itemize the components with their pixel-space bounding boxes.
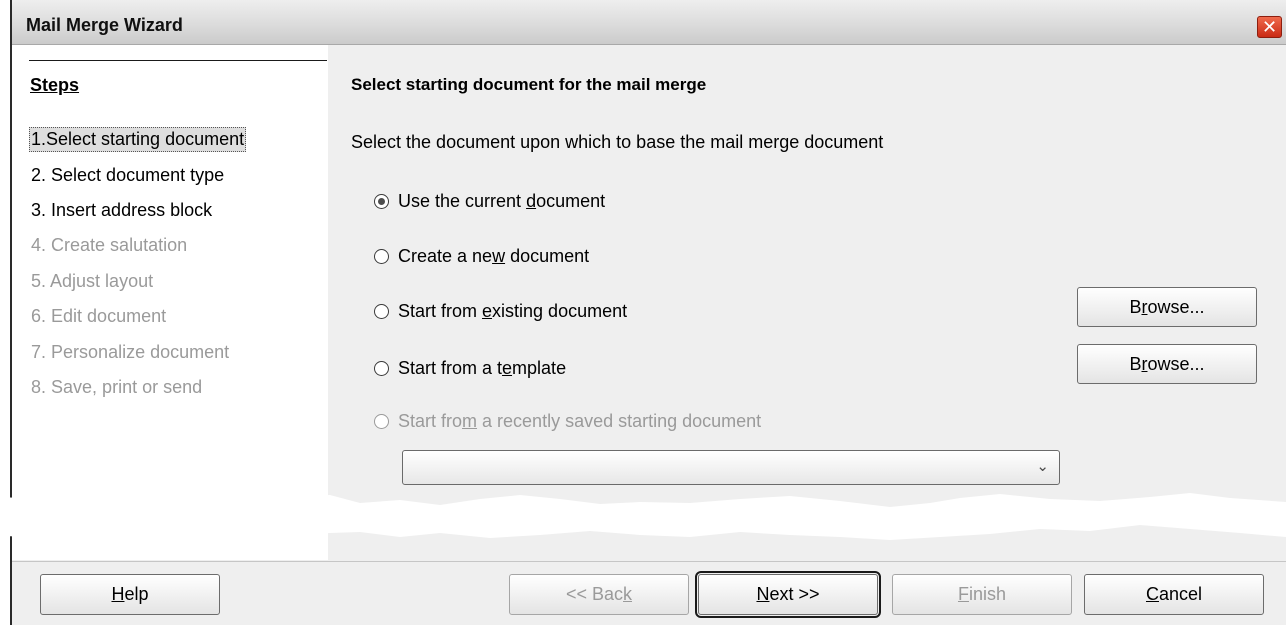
- radio-button-disabled: [374, 414, 389, 429]
- page-description: Select the document upon which to base t…: [351, 132, 884, 152]
- finish-button: Finish: [892, 574, 1072, 615]
- cancel-button[interactable]: Cancel: [1084, 574, 1264, 615]
- page-title: Select starting document for the mail me…: [351, 75, 707, 94]
- steps-pane: Steps 1.Select starting document 2. Sele…: [12, 45, 328, 560]
- option-label: Start from existing document: [398, 301, 628, 321]
- step-label: Personalize document: [51, 342, 230, 362]
- option-create-new-document[interactable]: Create a new document: [374, 246, 589, 267]
- recent-documents-dropdown[interactable]: ⌄: [402, 450, 1060, 485]
- radio-button-selected[interactable]: [374, 194, 389, 209]
- option-label: Start from a template: [398, 358, 567, 378]
- window-title: Mail Merge Wizard: [26, 15, 183, 35]
- browse-template-button[interactable]: Br owse...: [1077, 344, 1257, 384]
- radio-button[interactable]: [374, 304, 389, 319]
- step-save-print-send: 8. Save, print or send: [29, 375, 204, 400]
- content-pane: Select starting document for the mail me…: [329, 45, 1286, 560]
- step-select-starting-document[interactable]: 1.Select starting document: [29, 127, 247, 152]
- step-label: Select document type: [51, 165, 225, 185]
- option-start-from-template[interactable]: Start from a template: [374, 358, 566, 379]
- radio-button[interactable]: [374, 361, 389, 376]
- step-label: Insert address block: [51, 200, 213, 220]
- browse-existing-button[interactable]: Br owse...: [1077, 287, 1257, 327]
- title-bar[interactable]: Mail Merge Wizard ✕: [12, 0, 1286, 45]
- back-button: << Bac k: [509, 574, 689, 615]
- close-icon: ✕: [1261, 17, 1278, 37]
- step-create-salutation: 4. Create salutation: [29, 233, 189, 258]
- option-recently-saved-document: Start from a recently saved starting doc…: [374, 411, 761, 432]
- step-edit-document: 6. Edit document: [29, 304, 168, 329]
- step-adjust-layout: 5. Adjust layout: [29, 269, 155, 294]
- step-label: Create salutation: [51, 235, 188, 255]
- close-button[interactable]: ✕: [1257, 16, 1282, 38]
- step-number: 8.: [31, 377, 47, 397]
- help-button[interactable]: Help: [40, 574, 220, 615]
- step-number: 4.: [31, 235, 47, 255]
- step-number: 7.: [31, 342, 47, 362]
- option-use-current-document[interactable]: Use the current document: [374, 191, 605, 212]
- step-number: 2.: [31, 165, 47, 185]
- chevron-down-icon: ⌄: [1036, 458, 1049, 475]
- step-insert-address-block[interactable]: 3. Insert address block: [29, 198, 214, 223]
- step-number: 3.: [31, 200, 47, 220]
- steps-header: Steps: [30, 75, 80, 95]
- option-label: Create a new document: [398, 246, 590, 266]
- step-number: 5.: [31, 271, 47, 291]
- radio-button[interactable]: [374, 249, 389, 264]
- step-label: Select starting document: [46, 129, 245, 149]
- step-label: Adjust layout: [50, 271, 154, 291]
- button-bar: Help << Bac k Next >> Finish Cancel: [12, 562, 1286, 625]
- mail-merge-wizard-window: Mail Merge Wizard ✕ Steps 1.Select start…: [0, 0, 1286, 625]
- torn-edge-decoration: [0, 493, 1286, 540]
- step-label: Edit document: [51, 306, 167, 326]
- steps-header-divider: [29, 60, 327, 61]
- step-personalize-document: 7. Personalize document: [29, 340, 231, 365]
- next-button[interactable]: Next >>: [695, 571, 881, 618]
- step-number: 1.: [31, 129, 47, 149]
- step-select-document-type[interactable]: 2. Select document type: [29, 163, 226, 188]
- option-start-from-existing-document[interactable]: Start from existing document: [374, 301, 627, 322]
- step-label: Save, print or send: [51, 377, 203, 397]
- step-number: 6.: [31, 306, 47, 326]
- option-label: Use the current document: [398, 191, 606, 211]
- option-label: Start from a recently saved starting doc…: [398, 411, 762, 431]
